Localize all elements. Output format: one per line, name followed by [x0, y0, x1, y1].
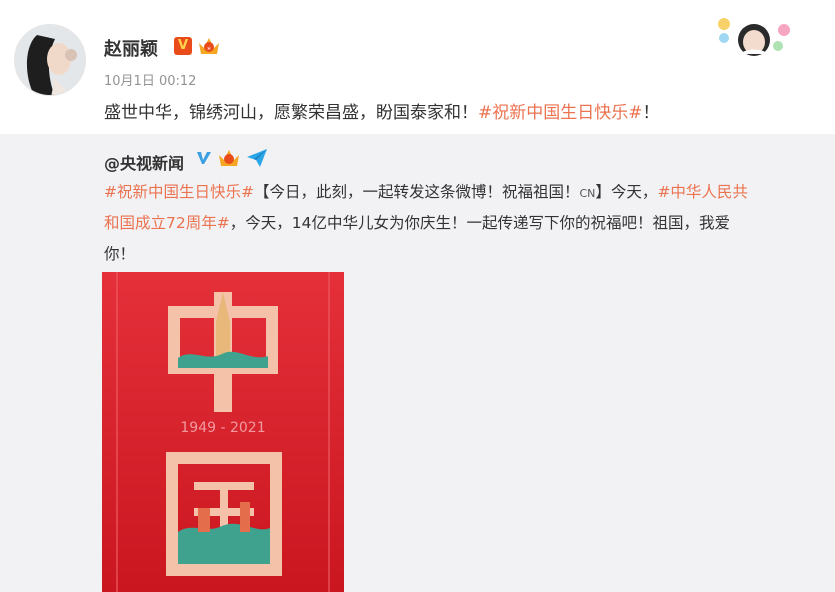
post-text-main: 盛世中华，锦绣河山，愿繁荣昌盛，盼国泰家和！: [104, 103, 478, 123]
repost-text-line-2: 和国成立72周年#，今天，14亿中华儿女为你庆生！一起传递写下你的祝福吧！祖国，…: [104, 211, 730, 233]
repost-text: 【今日，此刻，一起转发这条微博！祝福祖国！: [253, 183, 580, 201]
sticker-image: [718, 18, 790, 56]
post-text: 盛世中华，锦绣河山，愿繁荣昌盛，盼国泰家和！#祝新中国生日快乐#！: [104, 98, 660, 123]
crown-badge-icon: ⁎: [199, 38, 219, 54]
topic-link[interactable]: #祝新中国生日快乐#: [104, 183, 254, 201]
author-name[interactable]: 赵丽颖: [104, 35, 158, 61]
paper-plane-icon: [247, 149, 267, 167]
svg-text:⁎: ⁎: [207, 44, 211, 52]
topic-link[interactable]: #中华人民共: [657, 183, 748, 201]
post-text-end: ！: [642, 103, 660, 123]
repost-author[interactable]: @央视新闻: [104, 150, 184, 174]
verified-v-icon: [197, 152, 211, 164]
poster-years: 1949 - 2021: [180, 420, 265, 436]
poster-image[interactable]: 1949 - 2021: [102, 272, 344, 592]
post-header: 赵丽颖 V ⁎ 10月1日 00:12 盛世中华，锦绣河山，愿繁荣昌盛，盼国泰家…: [0, 0, 835, 134]
repost-text: ，今天，14亿中华儿女为你庆生！一起传递写下你的祝福吧！祖国，我爱: [229, 214, 730, 232]
post-time[interactable]: 10月1日 00:12: [104, 70, 196, 89]
repost-text: 你！: [104, 245, 136, 263]
avatar[interactable]: [14, 24, 86, 96]
topic-link[interactable]: #祝新中国生日快乐#: [478, 103, 643, 123]
repost-text-line-1: #祝新中国生日快乐#【今日，此刻，一起转发这条微博！祝福祖国！CN】今天，#中华…: [104, 180, 748, 202]
cn-tag: CN: [579, 187, 596, 200]
repost-text-line-3: 你！: [104, 242, 135, 264]
repost-text: 】今天，: [595, 183, 658, 201]
crown-badge-icon: [219, 150, 239, 166]
topic-link[interactable]: 和国成立72周年#: [104, 214, 230, 232]
verified-v-icon: V: [174, 37, 192, 55]
